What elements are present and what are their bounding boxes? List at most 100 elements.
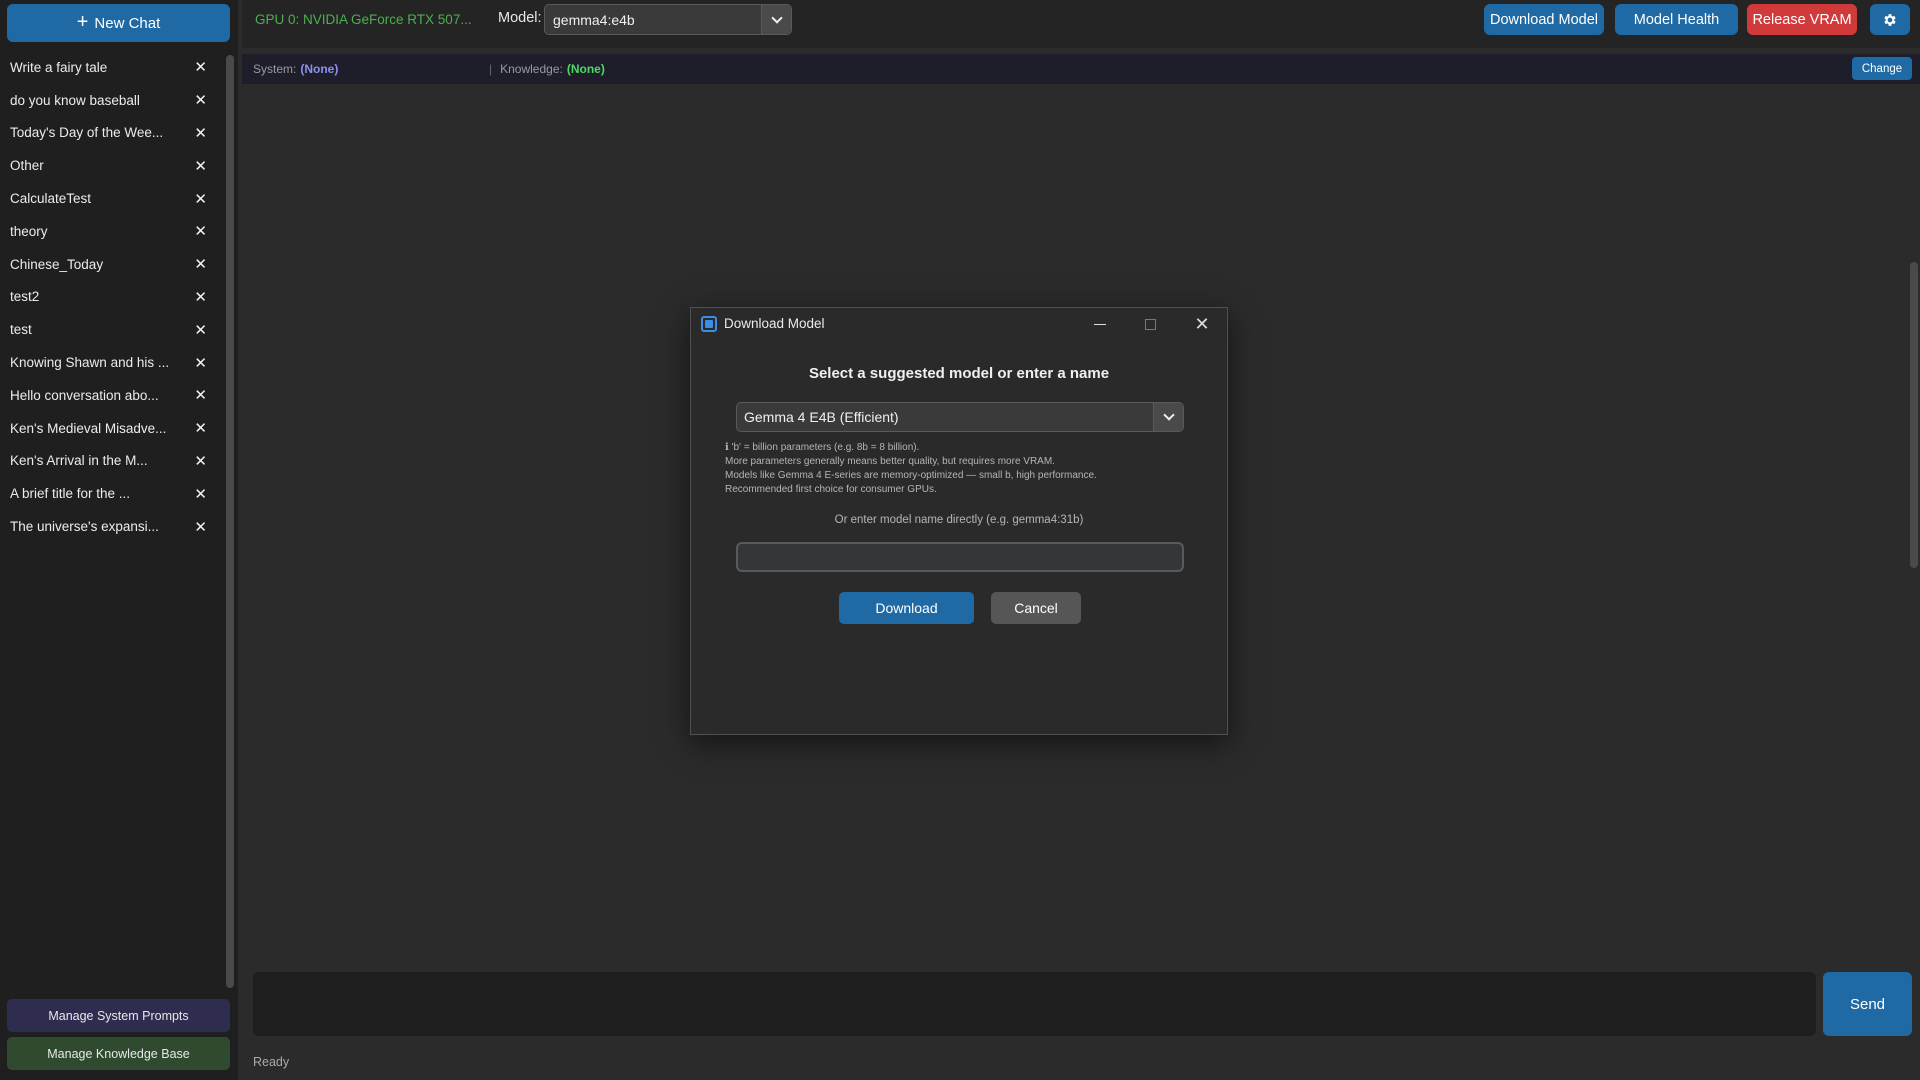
chat-title: test — [10, 322, 32, 338]
delete-chat-icon[interactable]: ✕ — [194, 190, 207, 208]
suggested-model-value: Gemma 4 E4B (Efficient) — [744, 409, 899, 425]
send-button[interactable]: Send — [1823, 972, 1912, 1036]
app-window: + New Chat Write a fairy tale ✕ do you k… — [0, 0, 1920, 1080]
chat-title: Write a fairy tale — [10, 59, 108, 75]
chat-title: Ken's Arrival in the M... — [10, 453, 148, 469]
chat-title: do you know baseball — [10, 92, 140, 108]
delete-chat-icon[interactable]: ✕ — [194, 354, 207, 372]
delete-chat-icon[interactable]: ✕ — [194, 157, 207, 175]
chat-title: Knowing Shawn and his ... — [10, 355, 170, 371]
download-model-dialog: Download Model ✕ Select a suggested mode… — [690, 307, 1228, 735]
knowledge-value: (None) — [566, 62, 605, 76]
delete-chat-icon[interactable]: ✕ — [194, 91, 207, 109]
delete-chat-icon[interactable]: ✕ — [194, 124, 207, 142]
model-health-button[interactable]: Model Health — [1615, 4, 1738, 35]
delete-chat-icon[interactable]: ✕ — [194, 386, 207, 404]
sidebar: + New Chat Write a fairy tale ✕ do you k… — [0, 0, 238, 1080]
knowledge-label: Knowledge: — [500, 62, 563, 76]
gear-icon — [1884, 13, 1896, 26]
chat-title: Ken's Medieval Misadve... — [10, 420, 167, 436]
chat-title: CalculateTest — [10, 191, 92, 207]
chat-item[interactable]: Chinese_Today ✕ — [0, 248, 225, 281]
delete-chat-icon[interactable]: ✕ — [194, 288, 207, 306]
delete-chat-icon[interactable]: ✕ — [194, 485, 207, 503]
system-prompt-status: System: (None) — [253, 62, 338, 76]
dialog-download-button[interactable]: Download — [839, 592, 974, 624]
chat-list: Write a fairy tale ✕ do you know basebal… — [0, 51, 225, 543]
model-dropdown-button[interactable] — [761, 5, 791, 34]
model-notes: ℹ 'b' = billion parameters (e.g. 8b = 8 … — [725, 441, 1185, 497]
manage-knowledge-base-button[interactable]: Manage Knowledge Base — [7, 1037, 230, 1070]
plus-icon: + — [76, 11, 89, 33]
suggested-model-select[interactable]: Gemma 4 E4B (Efficient) — [736, 402, 1184, 432]
download-model-button[interactable]: Download Model — [1484, 4, 1604, 35]
delete-chat-icon[interactable]: ✕ — [194, 321, 207, 339]
delete-chat-icon[interactable]: ✕ — [194, 222, 207, 240]
chat-item[interactable]: The universe's expansi... ✕ — [0, 510, 225, 543]
model-name-input[interactable] — [736, 542, 1184, 572]
model-label: Model: — [498, 10, 542, 26]
minimize-icon[interactable] — [1094, 324, 1106, 325]
delete-chat-icon[interactable]: ✕ — [194, 419, 207, 437]
manage-system-prompts-button[interactable]: Manage System Prompts — [7, 999, 230, 1032]
model-select[interactable]: gemma4:e4b — [544, 4, 792, 35]
chat-item[interactable]: Other ✕ — [0, 149, 225, 182]
note-line: ℹ 'b' = billion parameters (e.g. 8b = 8 … — [725, 442, 920, 453]
chat-item[interactable]: Hello conversation abo... ✕ — [0, 379, 225, 412]
chat-item[interactable]: CalculateTest ✕ — [0, 182, 225, 215]
system-value: (None) — [300, 62, 339, 76]
status-text: Ready — [253, 1055, 290, 1069]
message-input[interactable] — [253, 972, 1816, 1036]
chat-title: A brief title for the ... — [10, 486, 131, 502]
chat-scrollbar[interactable] — [1910, 262, 1918, 568]
chevron-down-icon — [770, 11, 783, 24]
chat-item[interactable]: Today's Day of the Wee... ✕ — [0, 117, 225, 150]
note-line: Recommended first choice for consumer GP… — [725, 484, 937, 495]
sidebar-scrollbar[interactable] — [226, 55, 234, 988]
chat-title: Hello conversation abo... — [10, 387, 159, 403]
chat-title: Chinese_Today — [10, 256, 104, 272]
delete-chat-icon[interactable]: ✕ — [194, 58, 207, 76]
separator: | — [489, 62, 493, 76]
delete-chat-icon[interactable]: ✕ — [194, 452, 207, 470]
chevron-down-icon — [1162, 409, 1175, 421]
new-chat-label: New Chat — [94, 14, 161, 32]
chat-item[interactable]: Write a fairy tale ✕ — [0, 51, 225, 84]
settings-button[interactable] — [1870, 4, 1910, 35]
maximize-icon[interactable] — [1145, 319, 1156, 330]
chat-item[interactable]: test ✕ — [0, 313, 225, 346]
context-bar: System: (None) | Knowledge: (None) Change — [242, 54, 1920, 84]
chat-item[interactable]: A brief title for the ... ✕ — [0, 477, 225, 510]
close-icon[interactable]: ✕ — [1192, 314, 1212, 334]
top-bar: GPU 0: NVIDIA GeForce RTX 507... Model: … — [242, 0, 1920, 48]
chat-item[interactable]: do you know baseball ✕ — [0, 84, 225, 117]
new-chat-button[interactable]: + New Chat — [7, 4, 230, 42]
dialog-title-bar[interactable]: Download Model ✕ — [691, 308, 1227, 340]
change-button[interactable]: Change — [1852, 57, 1912, 80]
app-icon — [701, 316, 717, 332]
model-select-value: gemma4:e4b — [553, 11, 635, 28]
delete-chat-icon[interactable]: ✕ — [194, 255, 207, 273]
release-vram-button[interactable]: Release VRAM — [1747, 4, 1857, 35]
gpu-status: GPU 0: NVIDIA GeForce RTX 507... — [255, 12, 472, 27]
note-line: More parameters generally means better q… — [725, 456, 1055, 467]
system-label: System: — [253, 62, 297, 76]
chat-title: The universe's expansi... — [10, 519, 159, 535]
or-enter-hint: Or enter model name directly (e.g. gemma… — [834, 514, 1084, 526]
chat-item[interactable]: Ken's Arrival in the M... ✕ — [0, 445, 225, 478]
dialog-cancel-button[interactable]: Cancel — [991, 592, 1081, 624]
chat-title: Other — [10, 158, 44, 174]
chat-title: test2 — [10, 289, 40, 305]
dialog-title: Download Model — [724, 316, 825, 331]
chat-item[interactable]: Knowing Shawn and his ... ✕ — [0, 346, 225, 379]
chat-title: Today's Day of the Wee... — [10, 125, 164, 141]
knowledge-status: | Knowledge: (None) — [489, 62, 605, 76]
chat-item[interactable]: Ken's Medieval Misadve... ✕ — [0, 412, 225, 445]
note-line: Models like Gemma 4 E-series are memory-… — [725, 470, 1097, 481]
chat-item[interactable]: test2 ✕ — [0, 281, 225, 314]
delete-chat-icon[interactable]: ✕ — [194, 518, 207, 536]
suggested-model-dropdown-button[interactable] — [1153, 403, 1183, 431]
dialog-heading: Select a suggested model or enter a name — [808, 365, 1110, 382]
chat-title: theory — [10, 223, 48, 239]
chat-item[interactable]: theory ✕ — [0, 215, 225, 248]
